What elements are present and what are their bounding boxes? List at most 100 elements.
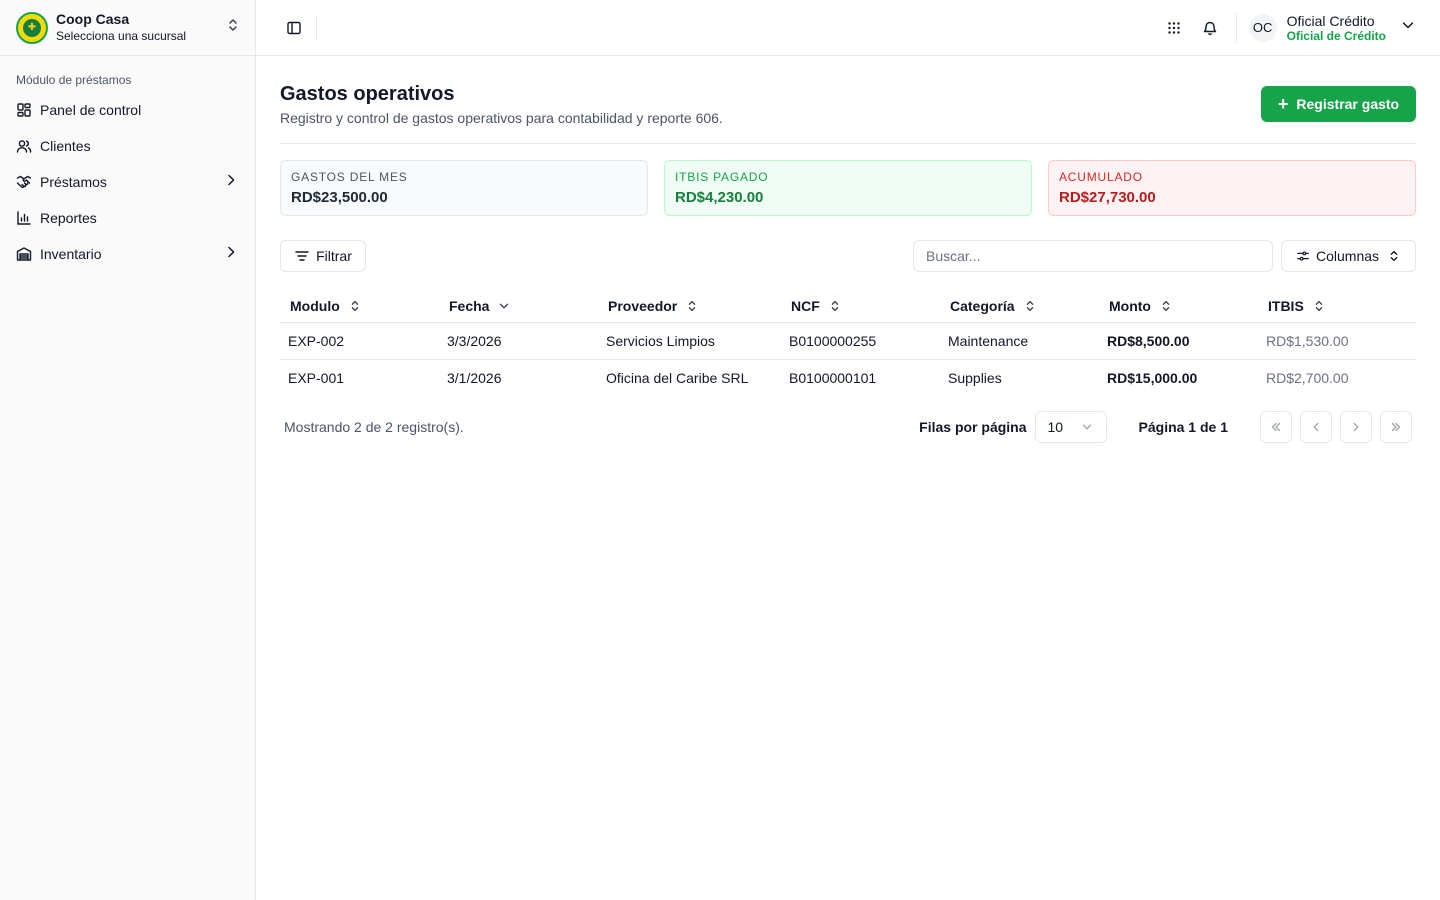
cell-categoria: Supplies [948,369,1002,386]
user-role: Oficial de Crédito [1286,28,1386,43]
grid-icon [1167,21,1180,34]
table-row[interactable]: EXP-001 3/1/2026 Oficina del Caribe SRL … [280,359,1416,396]
rows-per-page-value: 10 [1047,419,1064,435]
coop-logo: ✚ [16,11,48,44]
filter-button[interactable]: Filtrar [280,240,366,272]
cell-itbis: RD$1,530.00 [1258,322,1416,360]
column-header-fecha[interactable]: Fecha [439,290,598,323]
sort-icon [1159,299,1173,313]
page-subtitle: Registro y control de gastos operativos … [280,110,723,126]
cell-monto: RD$15,000.00 [1107,369,1198,386]
sidebar-item-label: Reportes [40,210,97,226]
branch-switcher[interactable]: ✚ Coop Casa Selecciona una sucursal [0,0,255,56]
chevrons-right-icon [1391,422,1401,432]
user-name: Oficial Crédito [1286,12,1375,29]
chevron-right-icon [223,244,239,265]
avatar: OC [1248,13,1277,42]
user-menu[interactable]: OC Oficial Crédito Oficial de Crédito [1235,12,1416,43]
column-header-categoria[interactable]: Categoría [940,290,1099,323]
sort-descending-icon [497,299,511,313]
filter-lines-icon [294,248,310,264]
cell-modulo: EXP-002 [280,322,439,360]
rows-per-page-label: Filas por página [919,419,1027,435]
sidebar-item-inventario[interactable]: Inventario [8,236,247,272]
cell-categoria: Maintenance [940,322,1099,360]
register-expense-label: Registrar gasto [1296,96,1400,112]
sidebar-item-panel-de-control[interactable]: Panel de control [8,92,247,128]
sort-icon [685,299,699,313]
panel-left-icon [287,21,301,34]
sidebar-nav: Módulo de préstamos Panel de control Cli… [0,56,255,272]
column-header-monto[interactable]: Monto [1099,290,1258,323]
column-header-proveedor[interactable]: Proveedor [598,290,781,323]
nav-section-label: Módulo de préstamos [16,73,132,87]
first-page-button[interactable] [1260,411,1292,443]
page-indicator: Página 1 de 1 [1138,419,1228,435]
plus-icon: + [1277,94,1289,114]
next-page-button[interactable] [1340,411,1372,443]
cell-proveedor: Servicios Limpios [598,322,781,360]
chevron-down-icon [1400,17,1416,38]
stat-value: RD$27,730.00 [1059,189,1156,206]
stat-value: RD$4,230.00 [675,189,764,206]
stat-label: ITBIS PAGADO [675,170,769,184]
notifications-button[interactable] [1196,14,1224,42]
sidebar-item-label: Inventario [40,246,102,262]
records-summary: Mostrando 2 de 2 registro(s). [284,419,464,435]
table-row[interactable]: EXP-002 3/3/2026 Servicios Limpios B0100… [280,322,1416,360]
table-footer: Mostrando 2 de 2 registro(s). Filas por … [280,411,1416,443]
handshake-icon [16,174,32,190]
table-header-row: Modulo Fecha Proveedor NCF Categoría Mon… [280,290,1416,323]
chevron-left-icon [1313,422,1319,432]
sidebar-item-label: Clientes [40,138,91,154]
users-icon [16,138,32,154]
expenses-table: Modulo Fecha Proveedor NCF Categoría Mon… [280,290,1416,396]
chevron-down-icon [1080,420,1094,434]
sort-icon [348,299,362,313]
filter-label: Filtrar [316,248,352,264]
cell-monto: RD$8,500.00 [1099,322,1258,360]
sidebar-item-prestamos[interactable]: Préstamos [8,164,247,200]
cell-proveedor: Oficina del Caribe SRL [606,369,749,386]
cell-fecha: 3/1/2026 [447,369,502,386]
table-toolbar: Filtrar Columnas [280,240,1416,272]
chevrons-up-down-icon [1387,249,1401,263]
brand-title: Coop Casa [56,11,130,27]
stat-card-gastos-del-mes: GASTOS DEL MES RD$23,500.00 [280,160,648,216]
sidebar-item-clientes[interactable]: Clientes [8,128,247,164]
top-bar: OC Oficial Crédito Oficial de Crédito [256,0,1440,56]
stat-label: GASTOS DEL MES [291,170,408,184]
column-header-modulo[interactable]: Modulo [280,290,439,323]
bell-icon [1203,21,1216,35]
previous-page-button[interactable] [1300,411,1332,443]
chevrons-up-down-icon [225,17,241,38]
column-header-itbis[interactable]: ITBIS [1258,290,1416,323]
stat-card-itbis-pagado: ITBIS PAGADO RD$4,230.00 [664,160,1032,216]
divider [316,16,317,39]
pagination-controls [1260,411,1416,443]
cell-fecha: 3/3/2026 [439,322,598,360]
columns-label: Columnas [1315,248,1380,264]
sidebar-item-label: Préstamos [40,174,107,190]
cell-ncf: B0100000255 [781,322,940,360]
stat-value: RD$23,500.00 [291,189,388,206]
chevron-right-icon [223,172,239,193]
inventory-icon [16,246,32,262]
sidebar-toggle-button[interactable] [280,14,308,42]
register-expense-button[interactable]: + Registrar gasto [1261,86,1416,122]
bar-chart-icon [16,210,32,226]
rows-per-page-select[interactable]: 10 [1034,411,1107,443]
sidebar-item-reportes[interactable]: Reportes [8,200,247,236]
column-header-ncf[interactable]: NCF [781,290,940,323]
columns-button[interactable]: Columnas [1281,240,1416,272]
sort-icon [1312,299,1326,313]
dashboard-icon [16,102,32,118]
apps-grid-button[interactable] [1160,14,1188,42]
search-input[interactable] [913,240,1273,272]
last-page-button[interactable] [1380,411,1412,443]
chevrons-left-icon [1271,422,1281,432]
stat-label: ACUMULADO [1059,170,1143,184]
chevron-right-icon [1353,422,1359,432]
stat-card-acumulado: ACUMULADO RD$27,730.00 [1048,160,1416,216]
brand-subtitle: Selecciona una sucursal [56,29,187,43]
